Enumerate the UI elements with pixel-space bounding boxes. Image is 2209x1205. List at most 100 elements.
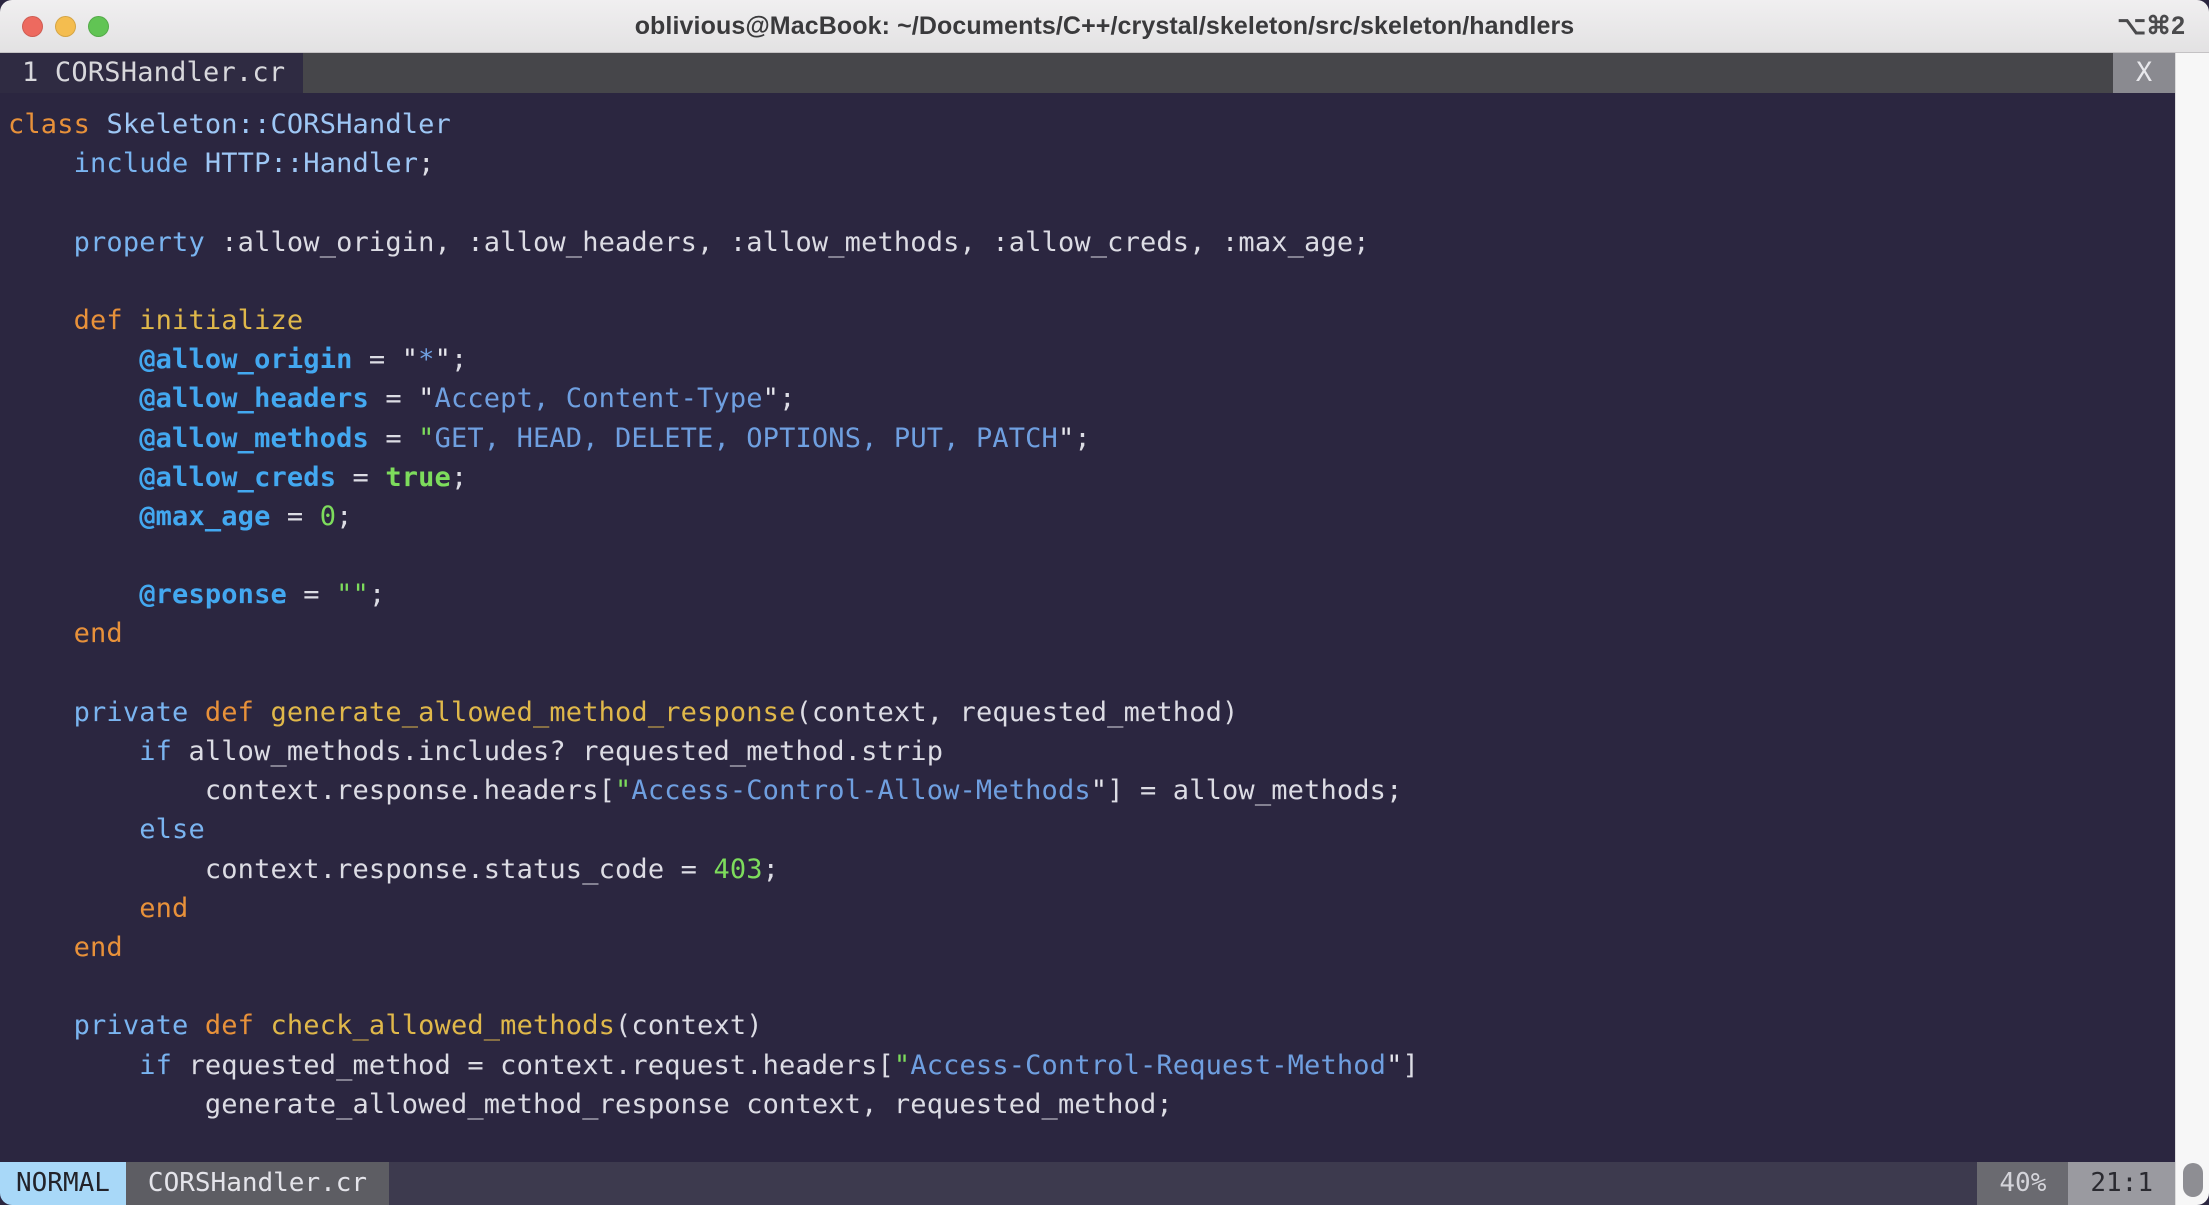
code-token: 0 (319, 500, 337, 532)
code-token: property (73, 226, 205, 258)
code-token: include (73, 148, 205, 180)
code-token: ] = allow_methods; (1107, 775, 1403, 807)
code-token: ; (418, 148, 435, 180)
status-mode-badge: NORMAL (0, 1162, 126, 1205)
window-title: oblivious@MacBook: ~/Documents/C++/cryst… (634, 11, 1575, 40)
scrollbar-thumb[interactable] (2183, 1163, 2203, 1197)
code-token: (context) (615, 1010, 763, 1042)
terminal-window: oblivious@MacBook: ~/Documents/C++/cryst… (0, 0, 2209, 1205)
code-token: def (204, 696, 271, 728)
code-line: end (8, 889, 2209, 928)
code-token: Access-Control-Allow-Methods (631, 775, 1091, 807)
code-token: " (1057, 422, 1075, 454)
code-token: private (73, 1010, 205, 1042)
code-line: if allow_methods.includes? requested_met… (8, 732, 2209, 771)
code-line: @allow_origin = "*"; (8, 340, 2209, 379)
code-token: = (270, 500, 320, 532)
code-token: @max_age (139, 500, 271, 532)
tab-corshandler[interactable]: 1 CORSHandler.cr (0, 53, 304, 93)
code-token: end (73, 931, 123, 963)
code-token: = (368, 383, 419, 415)
code-token: allow_methods.includes? requested_method… (172, 736, 944, 767)
code-line: @allow_methods = "GET, HEAD, DELETE, OPT… (8, 419, 2209, 458)
terminal-body: 1 CORSHandler.cr X class Skeleton::CORSH… (0, 53, 2209, 1205)
status-cursor-position: 21:1 (2068, 1162, 2175, 1205)
code-token: " (762, 383, 780, 415)
minimize-window-icon[interactable] (55, 15, 76, 37)
code-token: "" (336, 579, 369, 611)
code-token: ; (779, 383, 796, 415)
close-tab-button[interactable]: X (2113, 53, 2175, 93)
code-token: context.response.headers[ (204, 775, 616, 807)
code-token: = (286, 579, 337, 611)
code-token: class (8, 109, 107, 140)
traffic-light-group (22, 15, 109, 37)
code-line: @max_age = 0; (8, 497, 2209, 536)
code-token: (context, requested_method) (795, 696, 1239, 728)
code-token: ; (336, 500, 353, 532)
code-token: context.response.status_code = (204, 853, 714, 885)
code-token: def (204, 1010, 271, 1042)
code-token: @allow_origin (139, 344, 353, 376)
code-token: :allow_origin, :allow_headers, :allow_me… (204, 226, 1370, 258)
code-token: = (336, 461, 386, 493)
statusbar-filler (389, 1162, 1978, 1205)
code-token: initialize (139, 304, 304, 336)
code-line: def initialize (8, 301, 2209, 340)
code-line: if requested_method = context.request.he… (8, 1046, 2209, 1085)
vertical-scrollbar[interactable] (2175, 53, 2209, 1205)
window-shortcut-indicator: ⌥⌘2 (2117, 12, 2185, 40)
code-token: " (434, 344, 451, 376)
editor-statusbar: NORMAL CORSHandler.cr 40% 21:1 (0, 1162, 2175, 1205)
code-token: generate_allowed_method_response (270, 696, 796, 728)
code-token: 403 (713, 853, 763, 885)
code-token: " (1090, 775, 1108, 807)
close-window-icon[interactable] (22, 15, 43, 37)
code-token: ; (450, 461, 468, 493)
code-token: " (418, 383, 435, 415)
code-token: " (1386, 1049, 1403, 1081)
code-line: include HTTP::Handler; (8, 144, 2209, 183)
code-token: @allow_methods (139, 422, 369, 454)
code-token: @response (139, 579, 287, 611)
window-titlebar: oblivious@MacBook: ~/Documents/C++/cryst… (0, 0, 2209, 53)
code-line: @response = ""; (8, 575, 2209, 614)
code-token: if (139, 1049, 173, 1081)
code-line: private def check_allowed_methods(contex… (8, 1006, 2209, 1045)
code-editor-area[interactable]: class Skeleton::CORSHandler include HTTP… (0, 93, 2209, 1162)
editor-tabline: 1 CORSHandler.cr X (0, 53, 2175, 93)
code-token: ; (368, 579, 386, 611)
code-token: generate_allowed_method_response context… (204, 1088, 1173, 1120)
code-line: end (8, 614, 2209, 653)
code-token: ; (1074, 422, 1091, 454)
code-line: generate_allowed_method_response context… (8, 1085, 2209, 1124)
code-line: private def generate_allowed_method_resp… (8, 693, 2209, 732)
code-line: end (8, 928, 2209, 967)
status-scroll-percent: 40% (1977, 1162, 2069, 1205)
code-token: Access-Control-Request-Method (910, 1049, 1387, 1081)
code-token: end (139, 892, 189, 924)
code-token: = (368, 422, 419, 454)
code-token: @allow_creds (139, 461, 337, 493)
zoom-window-icon[interactable] (88, 15, 109, 37)
code-line: @allow_creds = true; (8, 458, 2209, 497)
code-token: requested_method = context.request.heade… (172, 1049, 894, 1081)
code-token: private (73, 696, 205, 728)
